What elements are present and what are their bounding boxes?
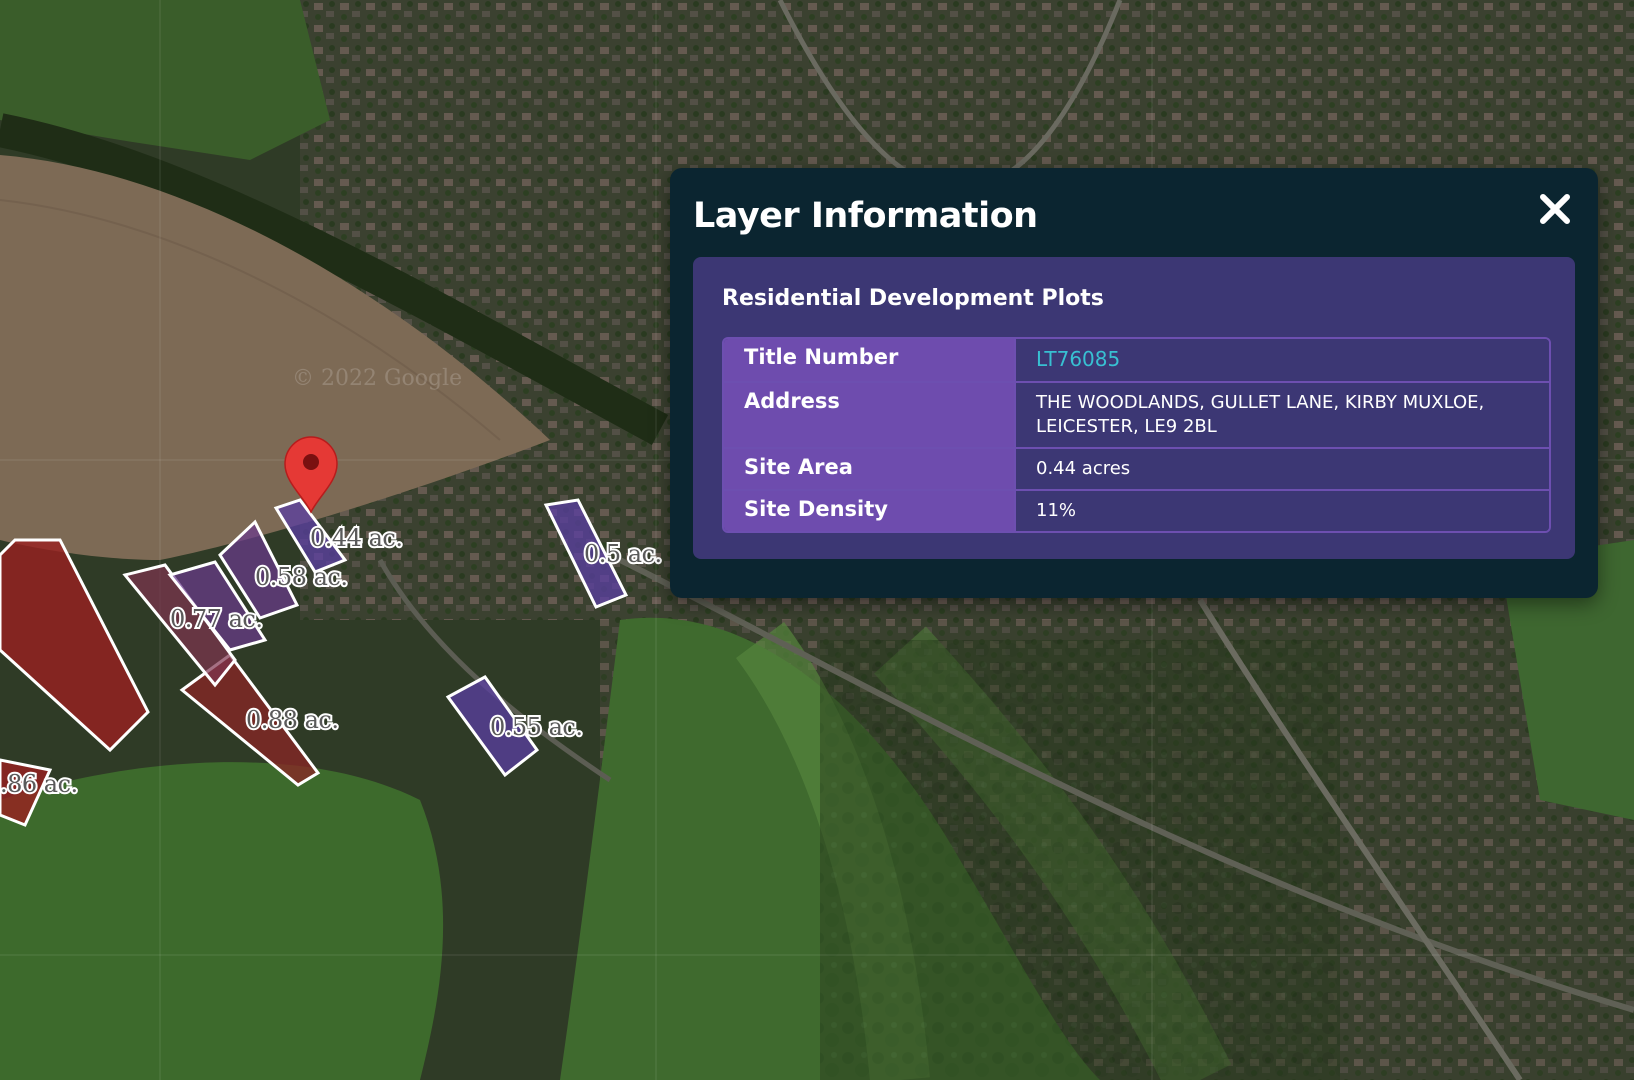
plot-label: 0.5 ac.: [584, 540, 662, 568]
attribute-key: Site Area: [724, 449, 1014, 489]
plot-label: 0.88 ac.: [246, 706, 338, 734]
plot-label: .86 ac.: [0, 770, 78, 798]
plot-label: 0.58 ac.: [255, 563, 347, 591]
field-southwest: [0, 762, 444, 1080]
map-watermark: © 2022 Google: [292, 366, 462, 391]
attribute-key: Site Density: [724, 491, 1014, 531]
attribute-row-site-density: Site Density 11%: [724, 489, 1549, 531]
plot-label: 0.55 ac.: [490, 713, 582, 741]
layer-name: Residential Development Plots: [722, 286, 1104, 311]
panel-title: Layer Information: [693, 196, 1038, 236]
plot-label: 0.44 ac.: [310, 524, 402, 552]
attribute-key: Title Number: [724, 339, 1014, 381]
layer-information-panel: Layer Information Residential Developmen…: [670, 168, 1598, 598]
close-icon: [1540, 194, 1570, 224]
attribute-row-title-number: Title Number LT76085: [724, 339, 1549, 381]
attribute-value: THE WOODLANDS, GULLET LANE, KIRBY MUXLOE…: [1014, 383, 1549, 447]
layer-attributes-table: Title Number LT76085 Address THE WOODLAN…: [722, 337, 1551, 533]
close-button[interactable]: [1538, 192, 1572, 226]
attribute-value: 0.44 acres: [1014, 449, 1549, 489]
attribute-row-site-area: Site Area 0.44 acres: [724, 447, 1549, 489]
attribute-value: LT76085: [1014, 339, 1549, 381]
attribute-key: Address: [724, 383, 1014, 447]
attribute-row-address: Address THE WOODLANDS, GULLET LANE, KIRB…: [724, 381, 1549, 447]
title-number-link[interactable]: LT76085: [1036, 347, 1120, 371]
layer-details-card: Residential Development Plots Title Numb…: [693, 257, 1575, 559]
plot-label: 0.77 ac.: [170, 605, 262, 633]
attribute-value: 11%: [1014, 491, 1549, 531]
